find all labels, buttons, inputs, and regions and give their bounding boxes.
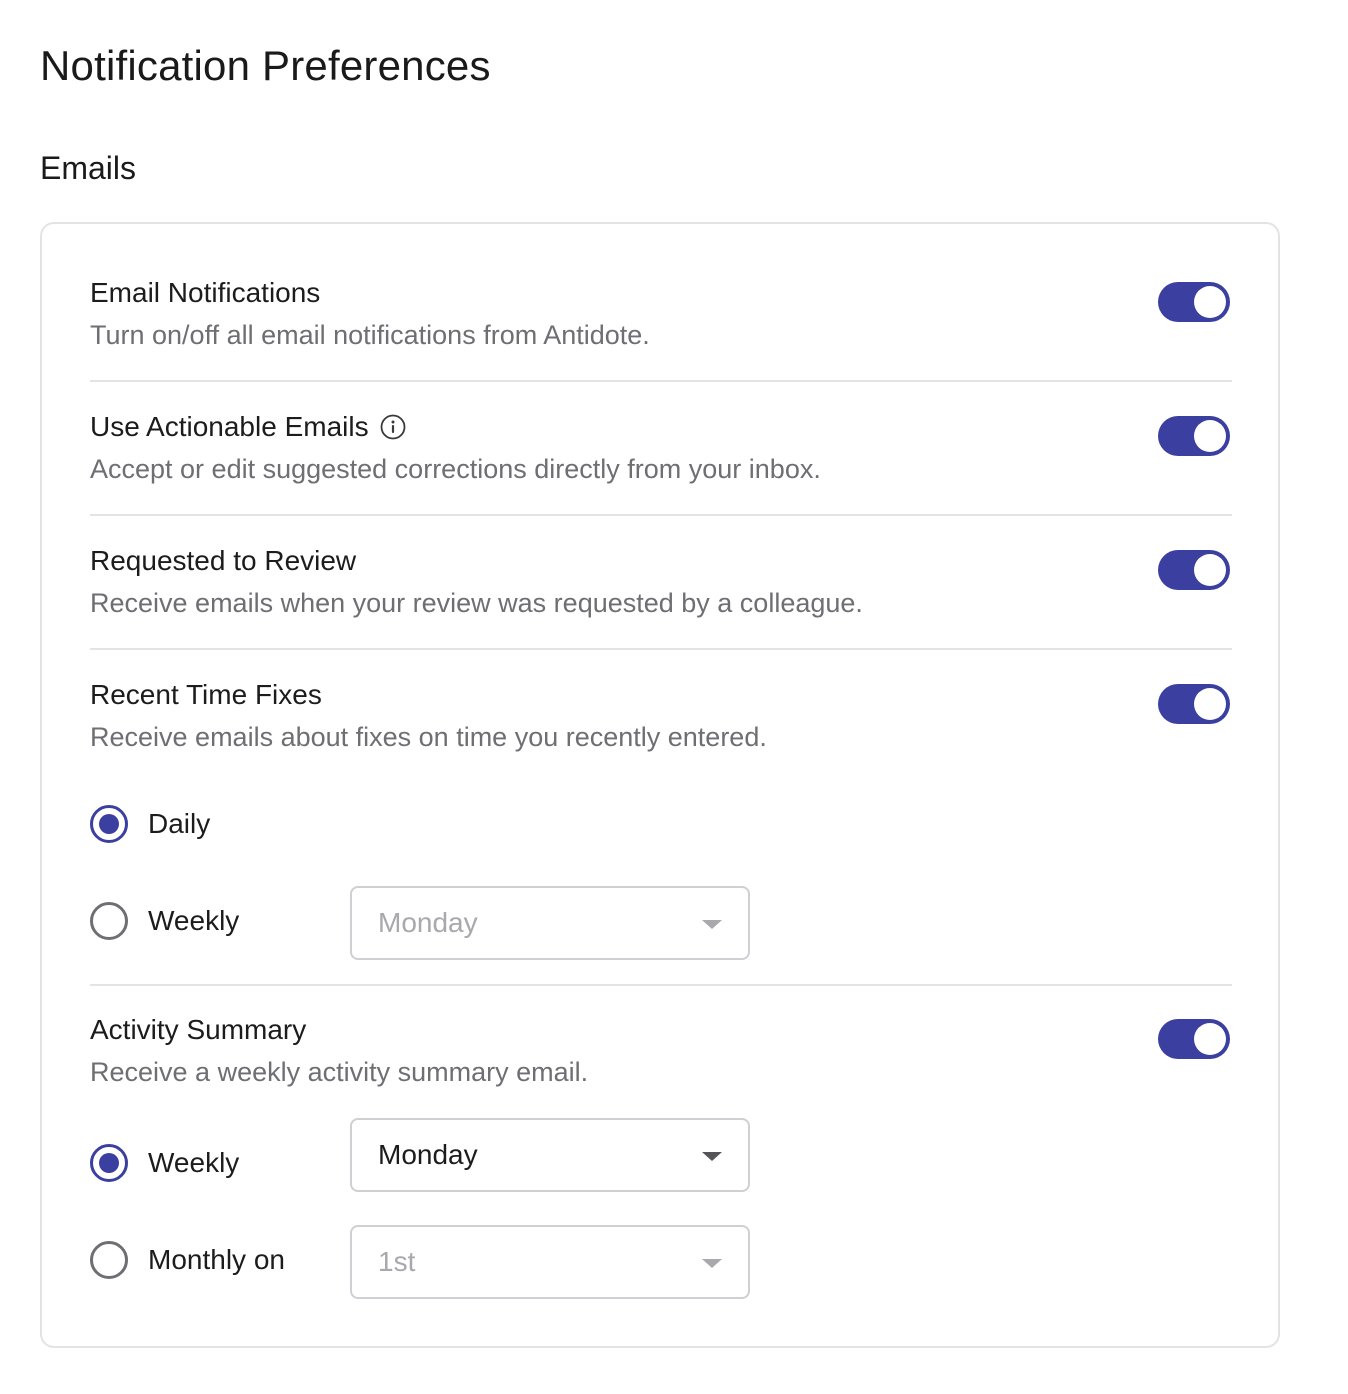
caret-down-icon bbox=[702, 1259, 722, 1268]
setting-title-text: Email Notifications bbox=[90, 277, 321, 308]
setting-actionable-emails: Use Actionable Emails Accept or edit sug… bbox=[90, 410, 1232, 486]
section-title-emails: Emails bbox=[40, 150, 137, 186]
setting-description: Receive a weekly activity summary email. bbox=[90, 1057, 589, 1087]
caret-down-icon bbox=[702, 920, 722, 929]
divider bbox=[90, 514, 1232, 516]
summary-weekly-day-select[interactable]: Monday bbox=[350, 1118, 750, 1192]
setting-description: Receive emails about fixes on time you r… bbox=[90, 722, 767, 752]
radio-label: Weekly bbox=[148, 905, 240, 936]
caret-down-icon bbox=[702, 1152, 722, 1161]
radio-label: Weekly bbox=[148, 1147, 240, 1178]
setting-title-text: Use Actionable Emails bbox=[90, 411, 369, 442]
radio-option-weekly[interactable]: Weekly bbox=[90, 901, 239, 941]
radio-option-weekly-summary[interactable]: Weekly bbox=[90, 1143, 239, 1183]
setting-title: Activity Summary bbox=[90, 1013, 1232, 1047]
select-value: Monday bbox=[378, 907, 478, 938]
page-title: Notification Preferences bbox=[40, 42, 491, 89]
requested-to-review-toggle[interactable] bbox=[1158, 550, 1230, 590]
setting-title-text: Recent Time Fixes bbox=[90, 679, 322, 710]
setting-description: Turn on/off all email notifications from… bbox=[90, 320, 650, 350]
toggle-knob bbox=[1194, 286, 1226, 318]
radio-button-weekly[interactable] bbox=[90, 902, 128, 940]
toggle-knob bbox=[1194, 688, 1226, 720]
select-value: 1st bbox=[378, 1246, 416, 1277]
divider bbox=[90, 984, 1232, 986]
setting-title: Recent Time Fixes bbox=[90, 678, 1232, 712]
radio-button-monthly[interactable] bbox=[90, 1241, 128, 1279]
setting-email-notifications: Email Notifications Turn on/off all emai… bbox=[90, 276, 1232, 352]
setting-requested-to-review: Requested to Review Receive emails when … bbox=[90, 544, 1232, 620]
radio-button-daily[interactable] bbox=[90, 805, 128, 843]
radio-label: Monthly on bbox=[148, 1244, 285, 1275]
setting-title-text: Activity Summary bbox=[90, 1014, 307, 1045]
email-notifications-toggle[interactable] bbox=[1158, 282, 1230, 322]
setting-title-text: Requested to Review bbox=[90, 545, 357, 576]
time-fixes-weekly-day-select[interactable]: Monday bbox=[350, 886, 750, 960]
radio-option-monthly[interactable]: Monthly on bbox=[90, 1240, 285, 1280]
setting-title: Requested to Review bbox=[90, 544, 1232, 578]
setting-title: Email Notifications bbox=[90, 276, 1232, 310]
setting-description: Accept or edit suggested corrections dir… bbox=[90, 454, 821, 484]
setting-recent-time-fixes: Recent Time Fixes Receive emails about f… bbox=[90, 678, 1232, 754]
activity-summary-toggle[interactable] bbox=[1158, 1019, 1230, 1059]
select-value: Monday bbox=[378, 1139, 478, 1170]
toggle-knob bbox=[1194, 1023, 1226, 1055]
radio-button-weekly-summary[interactable] bbox=[90, 1144, 128, 1182]
divider bbox=[90, 380, 1232, 382]
setting-title: Use Actionable Emails bbox=[90, 410, 1232, 444]
radio-option-daily[interactable]: Daily bbox=[90, 804, 210, 844]
radio-label: Daily bbox=[148, 808, 211, 839]
summary-monthly-day-select[interactable]: 1st bbox=[350, 1225, 750, 1299]
recent-time-fixes-toggle[interactable] bbox=[1158, 684, 1230, 724]
setting-activity-summary: Activity Summary Receive a weekly activi… bbox=[90, 1013, 1232, 1089]
setting-description: Receive emails when your review was requ… bbox=[90, 588, 863, 618]
actionable-emails-toggle[interactable] bbox=[1158, 416, 1230, 456]
email-settings-card: Email Notifications Turn on/off all emai… bbox=[40, 222, 1280, 1348]
divider bbox=[90, 648, 1232, 650]
info-icon[interactable] bbox=[379, 413, 407, 441]
toggle-knob bbox=[1194, 554, 1226, 586]
toggle-knob bbox=[1194, 420, 1226, 452]
